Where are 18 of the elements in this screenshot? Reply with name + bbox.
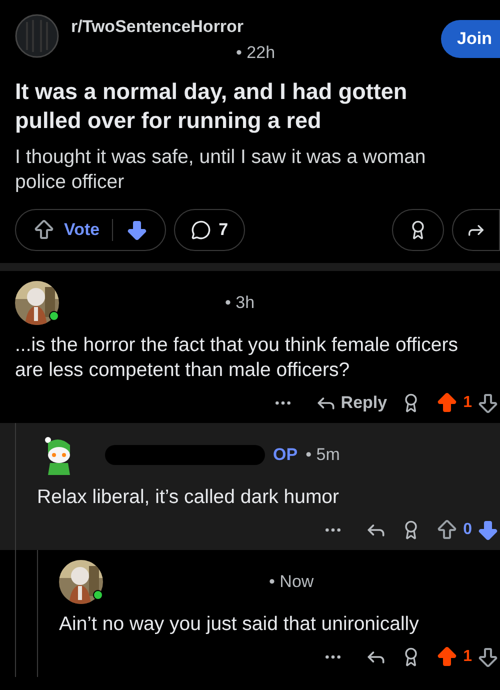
- comment-time: • 3h: [225, 292, 255, 314]
- vote-count: 1: [463, 647, 472, 667]
- reply-button[interactable]: Reply: [314, 390, 388, 416]
- comment-time: • 5m: [306, 444, 340, 466]
- vote-label: Vote: [64, 219, 100, 242]
- comments-button[interactable]: 7: [174, 209, 246, 251]
- join-button[interactable]: Join: [441, 20, 500, 58]
- post-body: I thought it was safe, until I saw it was a woman police officer: [15, 145, 427, 195]
- comment-text: Relax liberal, it’s called dark humor: [37, 485, 340, 510]
- vote-count: 1: [463, 393, 472, 413]
- subreddit-name[interactable]: r/TwoSentenceHorror: [71, 14, 430, 40]
- comment-text: Ain’t no way you just said that unironically: [59, 612, 420, 637]
- post-title: It was a normal day, and I had gotten pulled over for running a red: [15, 78, 408, 135]
- post-time: • 22h: [235, 42, 276, 64]
- comment-time: • Now: [269, 571, 314, 594]
- vote-count: 0: [463, 520, 472, 540]
- op-label: OP: [273, 444, 298, 466]
- comment-text: ...is the horror the fact that you think female officers are less competent than male officers?: [15, 333, 459, 383]
